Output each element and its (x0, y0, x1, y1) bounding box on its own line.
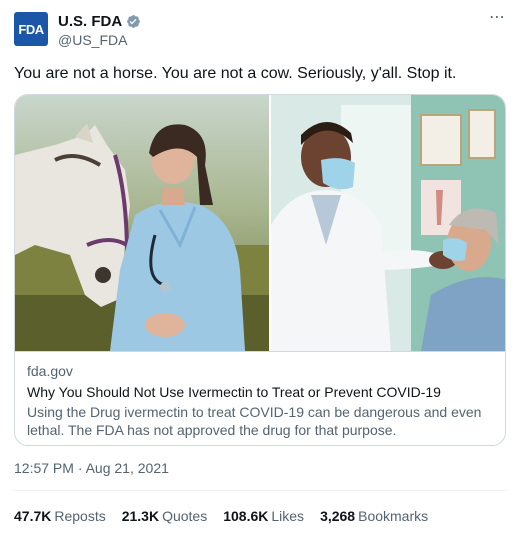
display-name[interactable]: U.S. FDA (58, 13, 122, 30)
likes-label: Likes (271, 508, 305, 524)
likes-count: 108.6K (223, 508, 269, 524)
tweet-header: FDA U.S. FDA @US_FDA ⋯ (14, 10, 506, 48)
card-meta[interactable]: fda.gov Why You Should Not Use Ivermecti… (15, 351, 505, 445)
author-names: U.S. FDA @US_FDA (58, 12, 141, 48)
reposts-stat[interactable]: 47.7K Reposts (14, 508, 106, 524)
handle[interactable]: @US_FDA (58, 32, 141, 48)
avatar[interactable]: FDA (14, 12, 48, 46)
card-title: Why You Should Not Use Ivermectin to Tre… (27, 384, 441, 400)
vet-with-horse-image (15, 95, 269, 351)
tweet-text: You are not a horse. You are not a cow. … (14, 65, 457, 82)
reposts-label: Reposts (54, 508, 106, 524)
likes-stat[interactable]: 108.6K Likes (223, 508, 304, 524)
engagement-stats: 47.7K Reposts 21.3K Quotes 108.6K Likes 3,2… (14, 508, 444, 524)
card-description: Using the Drug ivermectin to treat COVID… (27, 404, 482, 438)
doctor-examining-patient-image (271, 95, 505, 351)
more-options-icon[interactable]: ⋯ (489, 10, 506, 26)
timestamp[interactable]: 12:57 PM · Aug 21, 2021 (14, 460, 169, 476)
reposts-count: 47.7K (14, 508, 52, 524)
card-domain: fda.gov (27, 363, 73, 379)
quotes-label: Quotes (162, 508, 208, 524)
divider (14, 490, 506, 491)
card-media[interactable] (15, 95, 505, 351)
bookmarks-label: Bookmarks (358, 508, 429, 524)
bookmarks-stat[interactable]: 3,268 Bookmarks (320, 508, 428, 524)
verified-badge-icon (127, 14, 141, 28)
display-name-row: U.S. FDA (58, 12, 141, 30)
quotes-stat[interactable]: 21.3K Quotes (122, 508, 208, 524)
quotes-count: 21.3K (121, 508, 160, 524)
link-card[interactable]: fda.gov Why You Should Not Use Ivermecti… (14, 94, 506, 446)
bookmarks-count: 3,268 (320, 508, 356, 524)
